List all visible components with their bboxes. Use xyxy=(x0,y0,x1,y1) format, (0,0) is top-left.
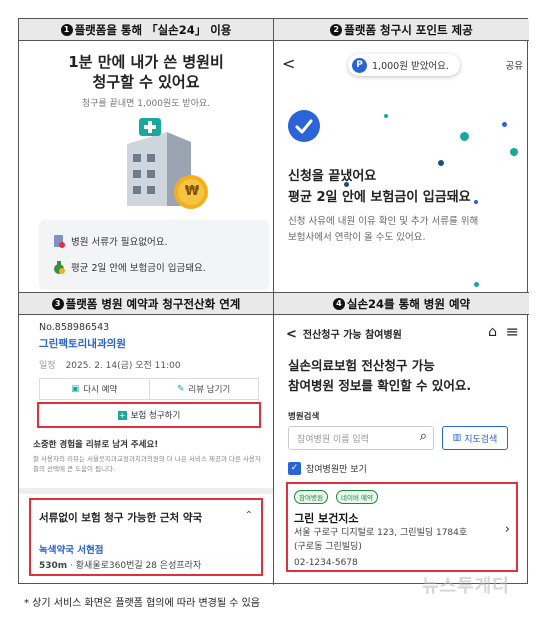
header-panel-4: 4 실손24를 통해 병원 예약 xyxy=(274,293,529,315)
comparison-grid: 1 플랫폼을 통해 「실손24」 이용 2 플랫폼 청구시 포인트 제공 3 플랫폼 … xyxy=(18,18,529,585)
search-label: 병원검색 xyxy=(288,412,320,422)
header-label: 플랫폼 청구시 포인트 제공 xyxy=(344,22,473,37)
money-bag-icon xyxy=(54,260,65,274)
home-icon[interactable]: ⌂ xyxy=(488,324,497,340)
rebook-button[interactable]: ▣ 다시 예약 xyxy=(40,379,149,399)
checkbox-checked-icon: ✓ xyxy=(288,462,301,475)
appointment-date: 일정 2025. 2. 14(금) 오전 11:00 xyxy=(39,361,181,371)
share-button[interactable]: 공유 xyxy=(506,58,523,72)
benefit-box: 병원 서류가 필요없어요. 평균 2일 안에 보험금이 입금돼요. xyxy=(39,220,269,290)
order-number: No.858986543 xyxy=(39,322,110,333)
hospital-address: 서울 구로구 디지털로 123, 그린빌딩 1784호 (구로동 그린빌딩) xyxy=(294,528,468,552)
participating-tag: 참여병원 xyxy=(294,490,328,504)
nearby-pharmacy-card[interactable]: 서류없이 보험 청구 가능한 근처 약국 ⌃ 녹색약국 서현점 530m · 황… xyxy=(29,498,263,576)
point-toast: P 1,000원 받았어요. xyxy=(348,54,460,76)
map-icon: ▥ xyxy=(452,433,462,443)
document-cancel-icon xyxy=(54,234,65,248)
number-badge: 4 xyxy=(332,297,345,310)
number-badge: 3 xyxy=(51,297,64,310)
panel-point-reward: < P 1,000원 받았어요. 공유 신청을 끝냈어요 평균 2일 안에 보험금… xyxy=(274,42,529,292)
point-toast-text: 1,000원 받았어요. xyxy=(372,61,449,72)
point-icon: P xyxy=(352,57,367,73)
footnote: * 상기 서비스 화면은 플랫폼 협의에 따라 변경될 수 있음 xyxy=(24,598,261,609)
pharmacy-address: 530m · 황새울로360번길 28 은성프라자 xyxy=(39,561,202,571)
benefit-label: 병원 서류가 필요없어요. xyxy=(71,237,168,248)
header-label: 플랫폼을 통해 「실손24」 이용 xyxy=(74,22,232,37)
chevron-right-icon[interactable]: › xyxy=(505,522,510,537)
confetti-dot xyxy=(510,148,518,156)
hospital-phone: 02-1234-5678 xyxy=(294,558,358,568)
benefit-item-documents: 병원 서류가 필요없어요. xyxy=(53,234,167,248)
check-circle-icon xyxy=(288,110,320,142)
plus-square-icon: + xyxy=(117,410,127,420)
header-label: 실손24를 통해 병원 예약 xyxy=(346,296,471,311)
calendar-icon: ▣ xyxy=(71,384,80,394)
top-bar-title: < 전산청구 가능 참여병원 xyxy=(286,327,402,342)
chevron-up-icon[interactable]: ⌃ xyxy=(245,510,253,521)
header-label: 플랫폼 병원 예약과 청구전산화 연계 xyxy=(65,296,241,311)
intro-title: 1분 만에 내가 쓴 병원비 청구할 수 있어요 xyxy=(68,53,224,91)
hospital-name: 그린 보건지소 xyxy=(294,512,359,525)
confetti-dot xyxy=(460,132,469,141)
header-panel-3: 3 플랫폼 병원 예약과 청구전산화 연계 xyxy=(19,293,273,315)
insurance-claim-button[interactable]: + 보험 청구하기 xyxy=(37,402,261,428)
action-row: ▣ 다시 예약 ✎ 리뷰 남기기 xyxy=(39,378,259,400)
watermark-logo: 뉴스투게더 xyxy=(422,576,510,597)
completion-description: 신청 사유에 내원 이유 확인 및 추가 서류를 위해 보험사에서 연락이 올 수… xyxy=(288,216,479,243)
confetti-dot xyxy=(502,122,507,127)
header-panel-1: 1 플랫폼을 통해 「실손24」 이용 xyxy=(19,19,273,41)
hospital-building-icon xyxy=(127,118,208,209)
panel-insurance-intro: 1분 만에 내가 쓴 병원비 청구할 수 있어요 청구를 끝내면 1,000원도 … xyxy=(29,42,273,292)
clinic-name[interactable]: 그린팩토리내과의원 xyxy=(39,336,126,351)
review-description: 잘 사용자의 리뷰는 서울읏지과교정과치과의원의 더 나은 서비스 제공과 다른… xyxy=(33,455,261,473)
pharmacy-name[interactable]: 녹색약국 서현점 xyxy=(39,542,104,556)
search-icon[interactable]: ⌕ xyxy=(420,429,427,444)
hospital-result-card[interactable]: 참여병원 네이버 예약 그린 보건지소 서울 구로구 디지털로 123, 그린빌… xyxy=(286,482,518,572)
participating-only-checkbox[interactable]: ✓ 참여병원만 보기 xyxy=(288,462,367,475)
pharmacy-section-title: 서류없이 보험 청구 가능한 근처 약국 xyxy=(39,512,203,524)
review-button[interactable]: ✎ 리뷰 남기기 xyxy=(148,379,259,399)
menu-icon[interactable]: ≡ xyxy=(506,322,519,341)
section-divider xyxy=(19,488,273,494)
review-title: 소중한 경험을 리뷰로 남겨 주세요! xyxy=(33,440,159,450)
search-heading: 실손의료보험 전산청구 가능 참여병원 정보를 확인할 수 있어요. xyxy=(288,358,472,393)
header-panel-2: 2 플랫폼 청구시 포인트 제공 xyxy=(274,19,529,41)
map-search-button[interactable]: ▥ 지도검색 xyxy=(442,426,508,450)
confetti-dot xyxy=(474,200,478,204)
hospital-search-input[interactable]: 참여병원 이름 입력 ⌕ xyxy=(288,426,434,450)
pencil-icon: ✎ xyxy=(177,384,185,394)
number-badge: 2 xyxy=(330,23,343,36)
coin-icon: ₩ xyxy=(184,184,200,199)
back-arrow-icon[interactable]: < xyxy=(286,327,297,342)
naver-booking-tag: 네이버 예약 xyxy=(336,490,378,504)
back-arrow-icon[interactable]: < xyxy=(282,54,295,73)
intro-subtitle: 청구를 끝내면 1,000원도 받아요. xyxy=(81,99,211,109)
confetti-dot xyxy=(384,114,388,118)
panel-booking-claim: No.858986543 그린팩토리내과의원 일정 2025. 2. 14(금) … xyxy=(19,316,273,585)
panel-hospital-search: < 전산청구 가능 참여병원 ⌂ ≡ 실손의료보험 전산청구 가능 참여병원 정보를… xyxy=(274,316,529,585)
number-badge: 1 xyxy=(60,23,73,36)
benefit-label: 평균 2일 안에 보험금이 입금돼요. xyxy=(71,263,206,274)
completion-heading: 신청을 끝냈어요 평균 2일 안에 보험금이 입금돼요 xyxy=(288,169,471,205)
confetti-dot xyxy=(474,282,479,287)
benefit-item-payment: 평균 2일 안에 보험금이 입금돼요. xyxy=(53,260,206,274)
